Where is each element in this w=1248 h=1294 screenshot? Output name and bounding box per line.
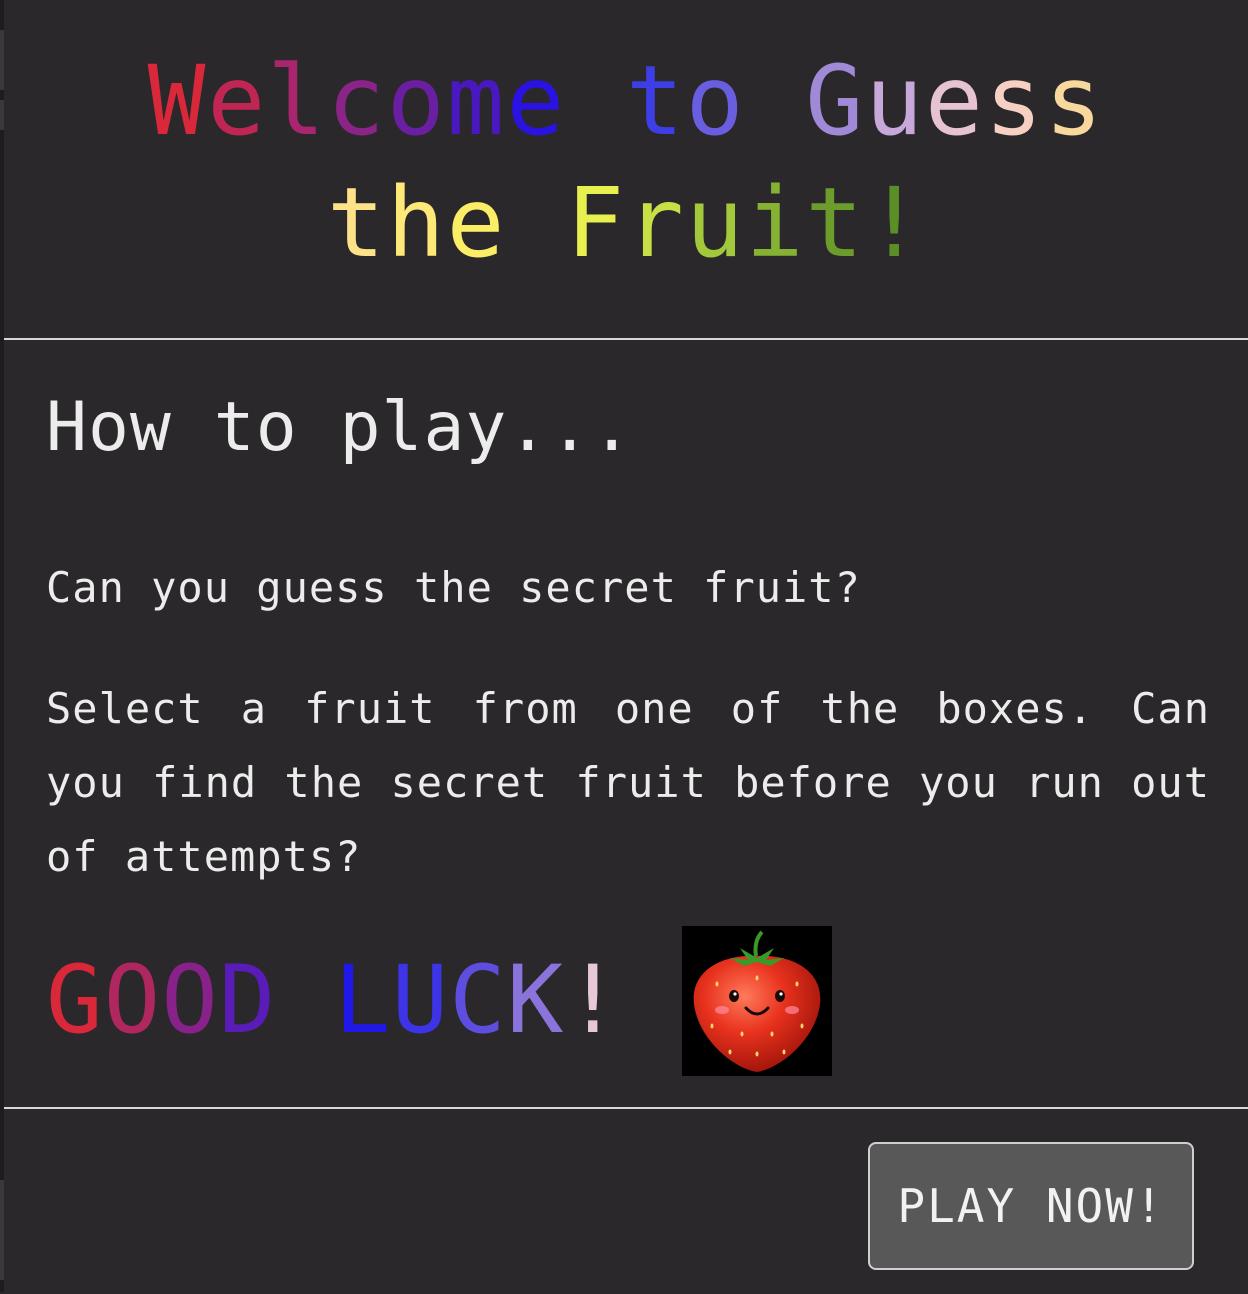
colored-letter: o xyxy=(685,45,746,157)
colored-letter: r xyxy=(626,167,686,279)
intro-paragraph: Can you guess the secret fruit? xyxy=(46,563,861,612)
colored-letter: D xyxy=(218,946,277,1055)
colored-letter: u xyxy=(685,167,746,279)
colored-letter: ! xyxy=(865,167,925,279)
colored-letter: e xyxy=(506,45,567,157)
how-to-play-heading: How to play... xyxy=(46,388,634,467)
colored-letter: e xyxy=(446,167,507,279)
colored-letter: K xyxy=(506,946,565,1055)
good-luck-text: GOOD LUCK! xyxy=(46,946,622,1056)
strawberry-icon xyxy=(681,926,832,1076)
colored-letter: W xyxy=(147,45,208,157)
title-line-1: Welcome to Guess xyxy=(148,45,1105,157)
instructions-modal: Welcome to Guess the Fruit! How to play.… xyxy=(4,0,1248,1292)
colored-letter: e xyxy=(924,45,985,157)
good-luck-row: GOOD LUCK! xyxy=(46,926,832,1076)
colored-letter: L xyxy=(333,946,392,1055)
colored-letter xyxy=(566,45,626,157)
colored-letter: s xyxy=(1044,45,1105,157)
colored-letter: G xyxy=(46,946,104,1055)
colored-letter xyxy=(746,45,806,157)
colored-letter xyxy=(276,946,334,1055)
colored-letter: t xyxy=(626,45,686,157)
colored-letter: o xyxy=(386,45,447,157)
colored-letter: O xyxy=(161,946,219,1055)
modal-header: Welcome to Guess the Fruit! xyxy=(4,0,1248,340)
colored-letter: m xyxy=(446,45,507,157)
title-line-2: the Fruit! xyxy=(327,167,925,279)
colored-letter: U xyxy=(391,946,450,1055)
colored-letter: F xyxy=(566,167,626,279)
colored-letter: t xyxy=(327,167,387,279)
colored-letter: l xyxy=(267,45,328,157)
colored-letter: G xyxy=(805,45,866,157)
colored-letter: e xyxy=(207,45,268,157)
colored-letter: s xyxy=(984,45,1045,157)
colored-letter: t xyxy=(805,167,866,279)
colored-letter: i xyxy=(745,167,806,279)
colored-letter: c xyxy=(327,45,387,157)
colored-letter: O xyxy=(103,946,162,1055)
colored-letter: ! xyxy=(564,946,622,1055)
colored-letter: u xyxy=(865,45,925,157)
modal-title: Welcome to Guess the Fruit! xyxy=(4,40,1248,284)
play-now-button[interactable]: PLAY NOW! xyxy=(868,1142,1194,1270)
colored-letter xyxy=(506,167,566,279)
colored-letter: C xyxy=(449,946,507,1055)
colored-letter: h xyxy=(386,167,447,279)
instructions-paragraph: Select a fruit from one of the boxes. Ca… xyxy=(46,684,1210,881)
